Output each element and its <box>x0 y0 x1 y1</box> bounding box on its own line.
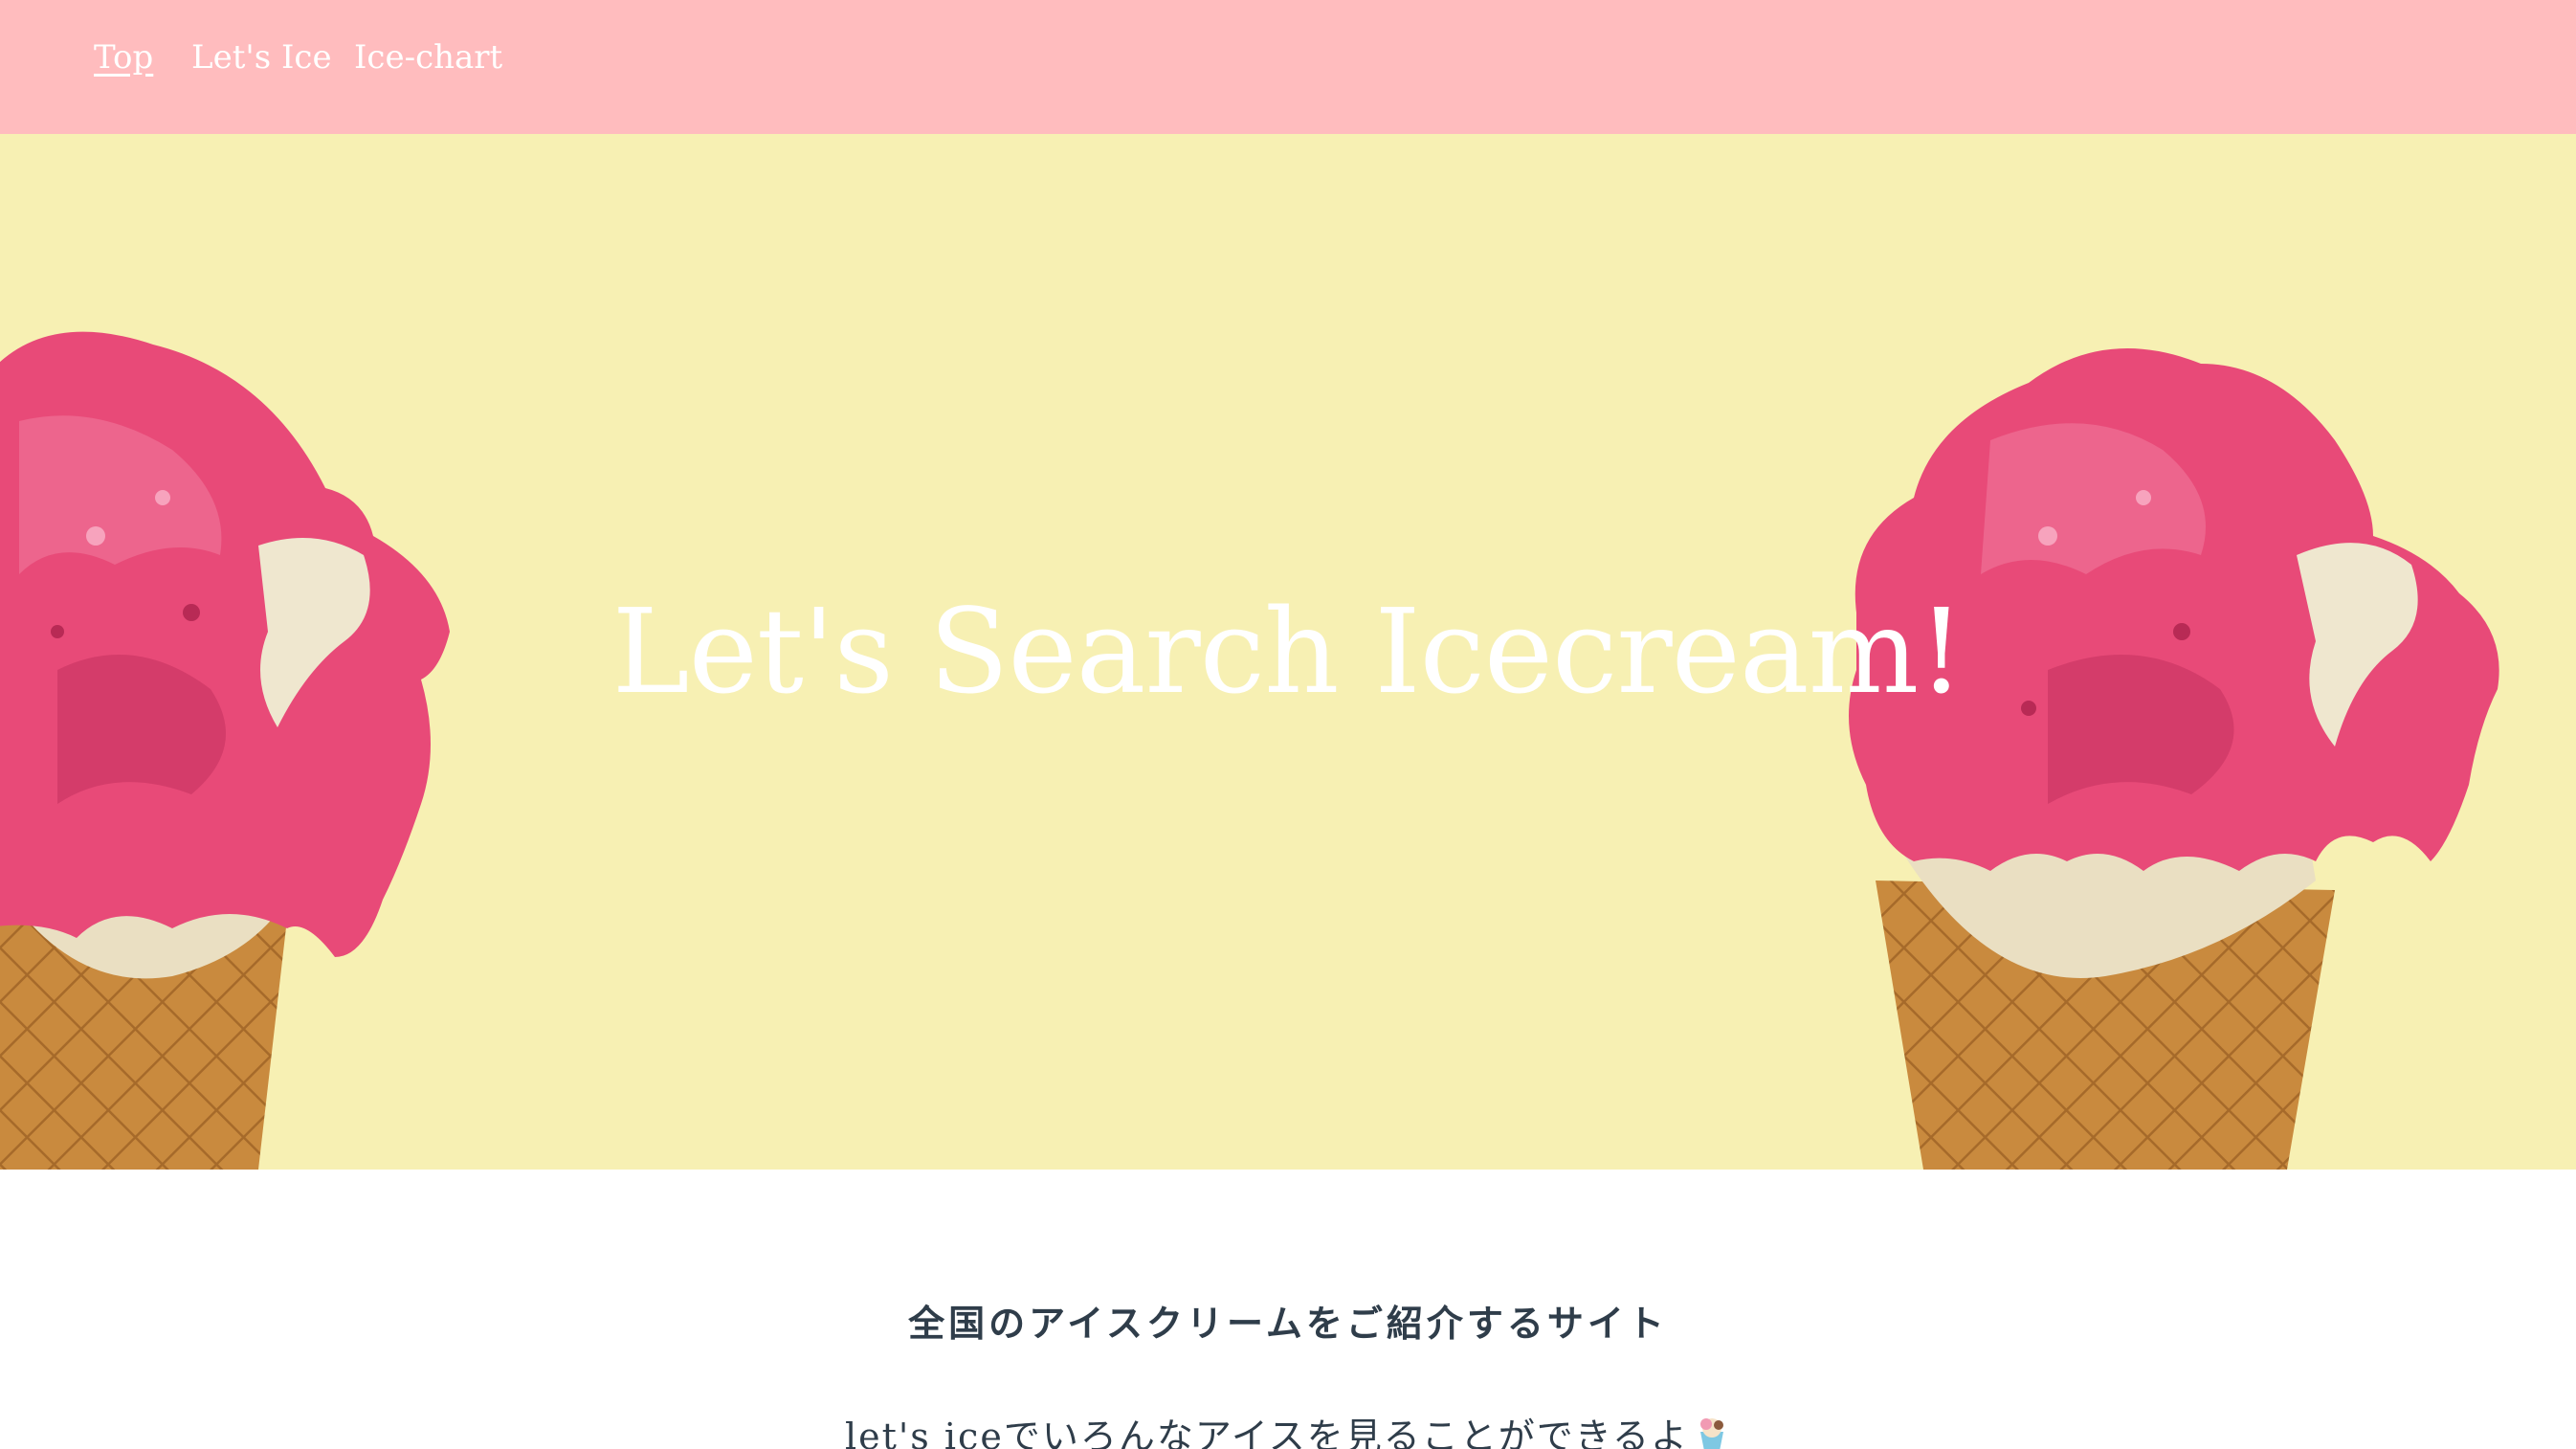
intro-section: 全国のアイスクリームをご紹介するサイト let's iceでいろんなアイスを見る… <box>0 1170 2576 1449</box>
hero-banner: Let's Search Icecream! <box>0 134 2576 1170</box>
site-description: let's iceでいろんなアイスを見ることができるよ <box>0 1407 2576 1449</box>
ice-cream-emoji-icon <box>1700 1418 1724 1449</box>
description-text: let's iceでいろんなアイスを見ることができるよ <box>844 1416 1690 1449</box>
nav-link-lets-ice[interactable]: Let's Ice <box>191 31 332 84</box>
nav-link-top[interactable]: Top <box>94 31 153 84</box>
hero-title: Let's Search Icecream! <box>611 584 1965 720</box>
site-tagline: 全国のアイスクリームをご紹介するサイト <box>908 1303 1668 1345</box>
nav-link-ice-chart[interactable]: Ice-chart <box>354 31 502 84</box>
top-navbar: Top Let's Ice Ice-chart <box>0 0 2576 134</box>
